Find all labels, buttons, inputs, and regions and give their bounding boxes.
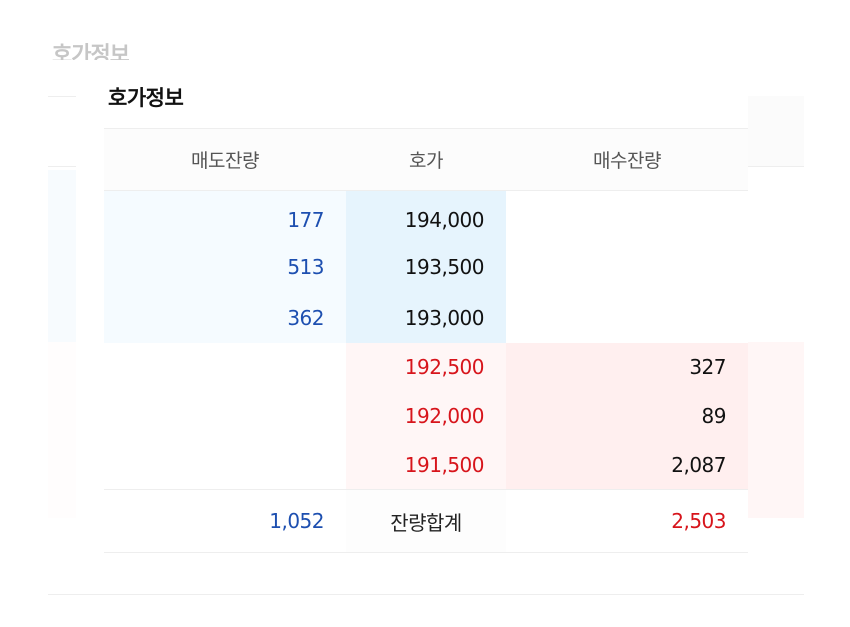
- header-price: 호가: [409, 150, 443, 172]
- empty-cell: [506, 191, 748, 242]
- empty-cell: [506, 242, 748, 293]
- ask-price[interactable]: 193,000: [346, 292, 506, 344]
- ask-price[interactable]: 194,000: [346, 191, 506, 242]
- bid-price[interactable]: 191,500: [346, 440, 506, 490]
- background-header-fill: [748, 96, 804, 166]
- empty-cell: [104, 440, 346, 489]
- total-label: 잔량합계: [346, 490, 506, 552]
- bid-row[interactable]: 192,000 89: [104, 391, 748, 441]
- table-header: 매도잔량 호가 매수잔량: [104, 128, 748, 191]
- bid-row[interactable]: 192,500 327: [104, 343, 748, 392]
- bid-price[interactable]: 192,000: [346, 391, 506, 441]
- bid-qty: 2,087: [506, 440, 748, 490]
- ask-row[interactable]: 177 194,000: [104, 191, 748, 242]
- total-ask-qty: 1,052: [269, 509, 324, 533]
- bid-qty: 327: [506, 343, 748, 392]
- total-row: 1,052 잔량합계 2,503: [104, 489, 748, 553]
- ask-qty: 513: [104, 241, 346, 293]
- orderbook-panel: 호가정보 매도잔량 호가 매수잔량 177 194,000 513 193,50…: [76, 64, 748, 564]
- bid-row[interactable]: 191,500 2,087: [104, 440, 748, 490]
- background-title: 호가정보: [52, 43, 129, 60]
- empty-cell: [104, 343, 346, 392]
- ask-row[interactable]: 362 193,000: [104, 292, 748, 344]
- ask-price[interactable]: 193,500: [346, 241, 506, 293]
- background-divider: [48, 594, 804, 595]
- ask-rows: 177 194,000 513 193,500 362 193,000: [104, 191, 748, 344]
- empty-cell: [104, 392, 346, 441]
- bid-rows: 192,500 327 192,000 89 191,500 2,087: [104, 343, 748, 490]
- orderbook-table: 매도잔량 호가 매수잔량 177 194,000 513 193,500 362…: [104, 128, 748, 553]
- total-bid-qty: 2,503: [671, 509, 726, 533]
- empty-cell: [506, 292, 748, 343]
- bid-price[interactable]: 192,500: [346, 343, 506, 392]
- panel-title: 호가정보: [108, 86, 184, 110]
- ask-row[interactable]: 513 193,500: [104, 241, 748, 293]
- header-ask-qty: 매도잔량: [191, 150, 259, 172]
- ask-qty: 362: [104, 292, 346, 344]
- ask-qty: 177: [104, 191, 346, 242]
- background-bid-fill: [748, 342, 804, 518]
- bid-qty: 89: [506, 391, 748, 441]
- header-bid-qty: 매수잔량: [593, 150, 661, 172]
